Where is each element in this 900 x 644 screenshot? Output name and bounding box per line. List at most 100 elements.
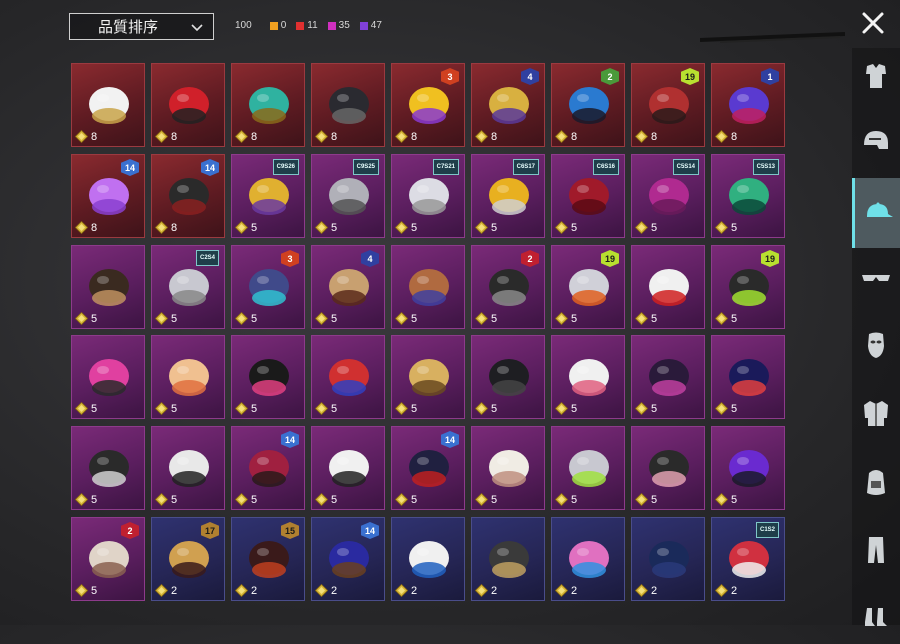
gem-icon [715, 130, 728, 143]
item-quantity-value: 2 [731, 584, 738, 597]
gem-icon [75, 221, 88, 234]
inventory-item[interactable]: 5 [551, 335, 625, 419]
inventory-item[interactable]: 14 2 [311, 517, 385, 601]
close-icon[interactable] [858, 8, 888, 38]
inventory-item[interactable]: 14 8 [151, 154, 225, 238]
inventory-item[interactable]: 5 [311, 426, 385, 510]
inventory-item[interactable]: 5 [71, 335, 145, 419]
category-tab[interactable] [852, 48, 900, 106]
inventory-item[interactable]: 5 [391, 335, 465, 419]
item-quantity: 8 [715, 130, 737, 143]
inventory-item[interactable]: 8 [151, 63, 225, 147]
inventory-item[interactable]: 38 [391, 63, 465, 147]
gem-icon [155, 312, 168, 325]
item-quantity: 5 [235, 493, 257, 506]
inventory-item[interactable]: 14 5 [231, 426, 305, 510]
item-quantity: 5 [395, 402, 417, 415]
inventory-item[interactable]: 18 [711, 63, 785, 147]
inventory-item[interactable]: 5 [71, 245, 145, 329]
inventory-item[interactable]: 5 [631, 245, 705, 329]
inventory-item[interactable]: 5 [311, 335, 385, 419]
item-quantity-value: 5 [651, 312, 658, 325]
inventory-item[interactable]: C5S14 5 [631, 154, 705, 238]
inventory-item[interactable]: 5 [631, 426, 705, 510]
gem-icon [395, 493, 408, 506]
item-quantity-value: 5 [571, 221, 578, 234]
inventory-item[interactable]: 35 [231, 245, 305, 329]
inventory-item[interactable]: 5 [231, 335, 305, 419]
gem-icon [555, 221, 568, 234]
inventory-item[interactable]: C6S17 5 [471, 154, 545, 238]
inventory-item[interactable]: 25 [71, 517, 145, 601]
inventory-item[interactable]: 5 [631, 335, 705, 419]
category-tab[interactable] [852, 521, 900, 579]
item-quantity: 5 [235, 402, 257, 415]
inventory-item[interactable]: 19 8 [631, 63, 705, 147]
item-quantity: 8 [155, 221, 177, 234]
inventory-item[interactable]: 14 8 [71, 154, 145, 238]
inventory-item[interactable]: C5S13 5 [711, 154, 785, 238]
inventory-item[interactable]: C2S4 5 [151, 245, 225, 329]
category-sidebar [852, 48, 900, 626]
inventory-item[interactable]: 48 [471, 63, 545, 147]
item-quantity: 5 [75, 402, 97, 415]
gem-icon [75, 493, 88, 506]
inventory-item[interactable]: C9S26 5 [231, 154, 305, 238]
rarity-dot-icon [296, 21, 305, 30]
gem-icon [635, 312, 648, 325]
inventory-item[interactable]: C9S25 5 [311, 154, 385, 238]
inventory-item[interactable]: 5 [551, 426, 625, 510]
inventory-item[interactable]: 2 [551, 517, 625, 601]
inventory-item[interactable]: 2 [471, 517, 545, 601]
inventory-item[interactable]: C1S2 2 [711, 517, 785, 601]
inventory-item[interactable]: 17 2 [151, 517, 225, 601]
category-tab[interactable] [852, 453, 900, 511]
rarity-dot-icon [269, 21, 278, 30]
inventory-item[interactable]: 25 [471, 245, 545, 329]
outfit-icon [866, 64, 886, 88]
inventory-item[interactable]: C6S16 5 [551, 154, 625, 238]
inventory-item[interactable]: 5 [711, 426, 785, 510]
inventory-item[interactable]: 5 [471, 426, 545, 510]
inventory-item[interactable]: 14 5 [391, 426, 465, 510]
category-tab[interactable] [852, 113, 900, 171]
inventory-item[interactable]: 5 [151, 335, 225, 419]
gem-icon [635, 584, 648, 597]
item-quantity: 8 [635, 130, 657, 143]
inventory-item[interactable]: 2 [391, 517, 465, 601]
season-badge: C6S16 [592, 159, 619, 175]
inventory-item[interactable]: 5 [151, 426, 225, 510]
inventory-item[interactable]: 45 [311, 245, 385, 329]
item-quantity: 5 [75, 493, 97, 506]
inventory-item[interactable]: 5 [711, 335, 785, 419]
item-quantity-value: 5 [731, 493, 738, 506]
inventory-item[interactable]: 28 [551, 63, 625, 147]
item-quantity: 5 [555, 402, 577, 415]
item-quantity: 5 [315, 221, 337, 234]
category-tab[interactable] [852, 249, 900, 307]
inventory-item[interactable]: 5 [71, 426, 145, 510]
item-quantity-value: 8 [651, 130, 658, 143]
inventory-item[interactable]: 2 [631, 517, 705, 601]
gem-icon [155, 584, 168, 597]
inventory-item[interactable]: 8 [71, 63, 145, 147]
inventory-item[interactable]: C7S21 5 [391, 154, 465, 238]
inventory-item[interactable]: 15 2 [231, 517, 305, 601]
category-tab[interactable] [852, 586, 900, 644]
inventory-item[interactable]: 5 [391, 245, 465, 329]
jacket-icon [864, 401, 888, 426]
category-tab[interactable] [852, 178, 900, 248]
gem-icon [315, 312, 328, 325]
category-tab[interactable] [852, 316, 900, 374]
category-tab[interactable] [852, 384, 900, 442]
inventory-item[interactable]: 8 [311, 63, 385, 147]
inventory-item[interactable]: 5 [471, 335, 545, 419]
item-quantity: 2 [555, 584, 577, 597]
inventory-item[interactable]: 8 [231, 63, 305, 147]
item-quantity-value: 5 [331, 493, 338, 506]
inventory-grid: 8 8 8 8 3 8 4 8 2 8 19 8 1 8 14 8 14 8 C9S26 5 C9S25 5 C7S21 5 C… [71, 63, 785, 601]
sort-dropdown[interactable]: 品質排序 [69, 13, 214, 40]
inventory-item[interactable]: 19 5 [551, 245, 625, 329]
inventory-item[interactable]: 19 5 [711, 245, 785, 329]
season-badge: C9S26 [272, 159, 299, 175]
